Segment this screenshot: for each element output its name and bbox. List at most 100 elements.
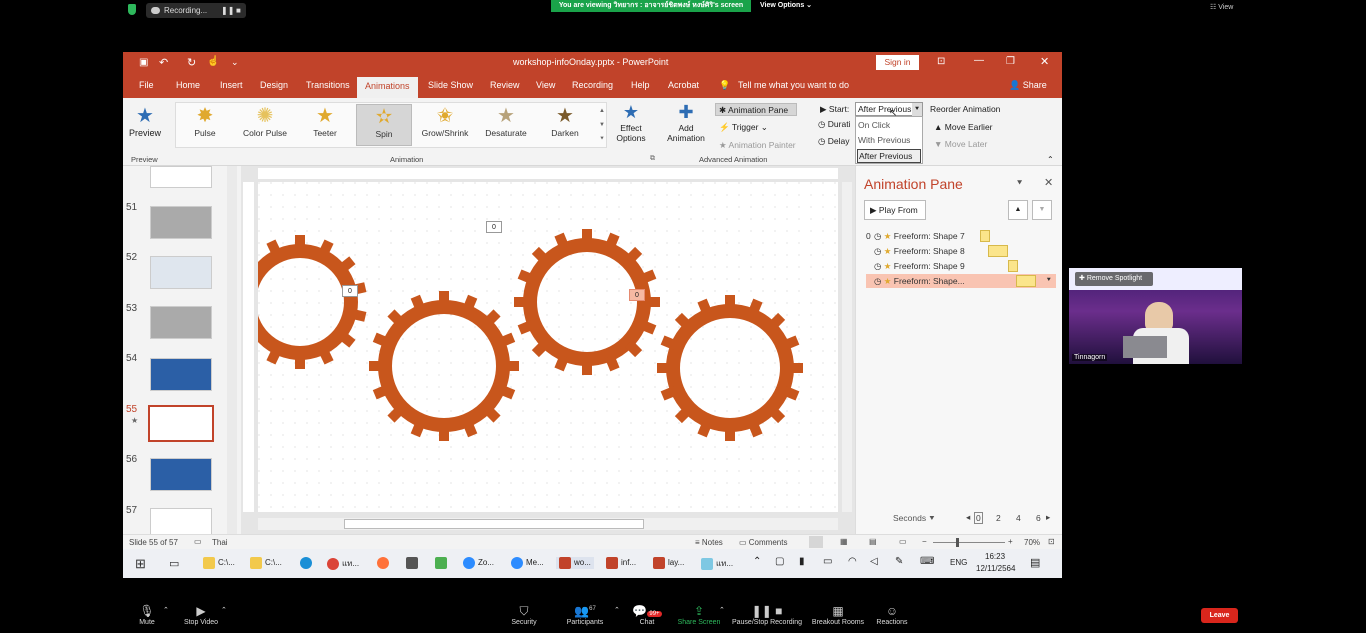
- taskbar-zoom-meeting[interactable]: Me...: [511, 557, 544, 569]
- tab-view[interactable]: View: [536, 80, 555, 90]
- tell-me-box[interactable]: Tell me what you want to do: [738, 80, 849, 90]
- volume-icon[interactable]: ◁: [870, 556, 878, 567]
- view-options-button[interactable]: View Options ⌄: [760, 1, 812, 9]
- tab-recording[interactable]: Recording: [572, 80, 613, 90]
- share-button[interactable]: 👤 Share: [1009, 80, 1047, 91]
- timing-bar[interactable]: [988, 245, 1008, 257]
- tab-file[interactable]: File: [139, 80, 154, 90]
- scroll-thumb[interactable]: [344, 519, 644, 529]
- collapse-ribbon-icon[interactable]: ⌃: [1047, 155, 1054, 164]
- security-button[interactable]: ⛉ Security: [494, 604, 554, 626]
- timing-bar[interactable]: [1008, 260, 1018, 272]
- slide-thumbnail-54[interactable]: [150, 358, 212, 391]
- view-button[interactable]: ☷ View: [1210, 3, 1233, 11]
- zoom-in-icon[interactable]: +: [1008, 537, 1013, 546]
- taskbar-powerpoint-workshop[interactable]: wo...: [556, 557, 594, 569]
- reactions-button[interactable]: ☺ Reactions: [862, 604, 922, 626]
- pause-icon[interactable]: ❚❚: [221, 3, 234, 18]
- option-on-click[interactable]: On Click: [856, 117, 922, 133]
- anim-darken[interactable]: ★ Darken: [537, 104, 593, 146]
- taskbar-time[interactable]: 16:23: [985, 552, 1005, 561]
- restore-icon[interactable]: ❐: [1006, 56, 1015, 67]
- windows-start-icon[interactable]: ⊞: [135, 556, 146, 572]
- anim-grow-shrink[interactable]: ✬ Grow/Shrink: [417, 104, 473, 146]
- tab-transitions[interactable]: Transitions: [306, 80, 350, 90]
- share-options-icon[interactable]: ⌃: [719, 606, 725, 614]
- anim-color-pulse[interactable]: ✺ Color Pulse: [237, 104, 293, 146]
- anim-pulse[interactable]: ✸ Pulse: [177, 104, 233, 146]
- tab-insert[interactable]: Insert: [220, 80, 243, 90]
- tab-animations[interactable]: Animations: [357, 77, 418, 98]
- task-view-icon[interactable]: ▭: [169, 557, 179, 570]
- taskbar-powerpoint-info[interactable]: inf...: [606, 557, 636, 569]
- chevron-down-icon[interactable]: ⯆: [1046, 274, 1052, 288]
- thumbnail-scrollbar[interactable]: [227, 166, 237, 534]
- pen-icon[interactable]: ✎: [895, 556, 903, 567]
- slideshow-icon[interactable]: ▭: [899, 537, 907, 546]
- taskbar-chrome[interactable]: แท...: [327, 557, 359, 570]
- slide-sorter-icon[interactable]: ▦: [840, 537, 848, 546]
- tray-icon-1[interactable]: ▢: [775, 556, 784, 567]
- slide-thumbnail-52[interactable]: [150, 256, 212, 289]
- mute-options-icon[interactable]: ⌃: [163, 606, 169, 614]
- slide-thumbnail-55[interactable]: [148, 405, 214, 442]
- effect-options-button[interactable]: ★ Effect Options: [615, 102, 647, 143]
- tab-help[interactable]: Help: [631, 80, 650, 90]
- participants-button[interactable]: 👥67 Participants: [555, 604, 615, 626]
- taskbar-explorer-1[interactable]: C:\...: [203, 557, 235, 569]
- preview-button[interactable]: ★ Preview: [128, 103, 162, 138]
- taskbar-firefox[interactable]: [377, 557, 392, 569]
- chevron-down-icon[interactable]: ⯆: [912, 103, 922, 116]
- video-options-icon[interactable]: ⌃: [221, 606, 227, 614]
- animation-painter-button[interactable]: ★ Animation Painter: [719, 140, 796, 151]
- tab-slide-show[interactable]: Slide Show: [428, 80, 473, 90]
- redo-icon[interactable]: ↻: [187, 56, 196, 69]
- slide-thumbnail-56[interactable]: [150, 458, 212, 491]
- pause-stop-recording-button[interactable]: ❚❚ ■ Pause/Stop Recording: [730, 604, 804, 626]
- tab-review[interactable]: Review: [490, 80, 520, 90]
- slide-thumbnail-51[interactable]: [150, 206, 212, 239]
- add-animation-button[interactable]: ✚ Add Animation: [666, 102, 706, 143]
- notes-button[interactable]: ≡ Notes: [695, 538, 723, 547]
- timing-bar[interactable]: [980, 230, 990, 242]
- keyboard-icon[interactable]: ⌨: [920, 556, 934, 567]
- option-after-previous[interactable]: After Previous: [857, 149, 921, 163]
- gallery-scroll[interactable]: ▲ ▼ ⯆: [597, 104, 607, 146]
- battery-icon[interactable]: ▭: [823, 556, 832, 567]
- tray-chevron-icon[interactable]: ⌃: [753, 556, 761, 567]
- fit-slide-icon[interactable]: ⊡: [1048, 537, 1055, 546]
- zoom-level[interactable]: 70%: [1024, 538, 1040, 547]
- animation-tag[interactable]: 0: [342, 285, 358, 297]
- zoom-slider[interactable]: [933, 538, 1005, 547]
- timeline-left-icon[interactable]: ◂: [966, 512, 970, 522]
- chat-button[interactable]: 💬 99+ Chat: [617, 604, 677, 626]
- pane-item-selected[interactable]: ◷ ★ Freeform: Shape... ⯆: [866, 274, 1056, 288]
- pane-item[interactable]: ◷ ★ Freeform: Shape 9: [866, 259, 1056, 273]
- zoom-out-icon[interactable]: −: [922, 537, 927, 546]
- pane-item[interactable]: ◷ ★ Freeform: Shape 8: [866, 244, 1056, 258]
- remove-spotlight-button[interactable]: ✚ Remove Spotlight: [1075, 272, 1153, 286]
- tab-design[interactable]: Design: [260, 80, 288, 90]
- reading-view-icon[interactable]: ▤: [869, 537, 877, 546]
- animation-tag-selected[interactable]: 0: [629, 289, 645, 301]
- spellcheck-icon[interactable]: ▭: [194, 537, 202, 546]
- minimize-icon[interactable]: —: [974, 55, 984, 66]
- close-pane-icon[interactable]: ✕: [1044, 176, 1053, 189]
- stop-icon[interactable]: ■: [236, 3, 241, 18]
- anim-desaturate[interactable]: ★ Desaturate: [478, 104, 534, 146]
- sign-in-button[interactable]: Sign in: [876, 55, 919, 70]
- input-language[interactable]: ENG: [950, 558, 967, 567]
- ribbon-display-icon[interactable]: ⊡: [937, 56, 945, 67]
- tab-acrobat[interactable]: Acrobat: [668, 80, 699, 90]
- taskbar-date[interactable]: 12/11/2564: [976, 564, 1015, 573]
- anim-spin[interactable]: ✫ Spin: [356, 104, 412, 146]
- zoom-slider-thumb[interactable]: [956, 538, 959, 547]
- pane-item[interactable]: 0 ◷ ★ Freeform: Shape 7: [866, 229, 1056, 243]
- taskbar-explorer-2[interactable]: C:\...: [250, 557, 282, 569]
- anim-teeter[interactable]: ★ Teeter: [297, 104, 353, 146]
- dialog-launcher-icon[interactable]: ⧉: [650, 155, 655, 163]
- leave-button[interactable]: Leave: [1201, 608, 1238, 623]
- slide-thumbnail-50[interactable]: [150, 166, 212, 188]
- wifi-icon[interactable]: ◠: [848, 556, 857, 567]
- taskbar-store[interactable]: [435, 557, 450, 569]
